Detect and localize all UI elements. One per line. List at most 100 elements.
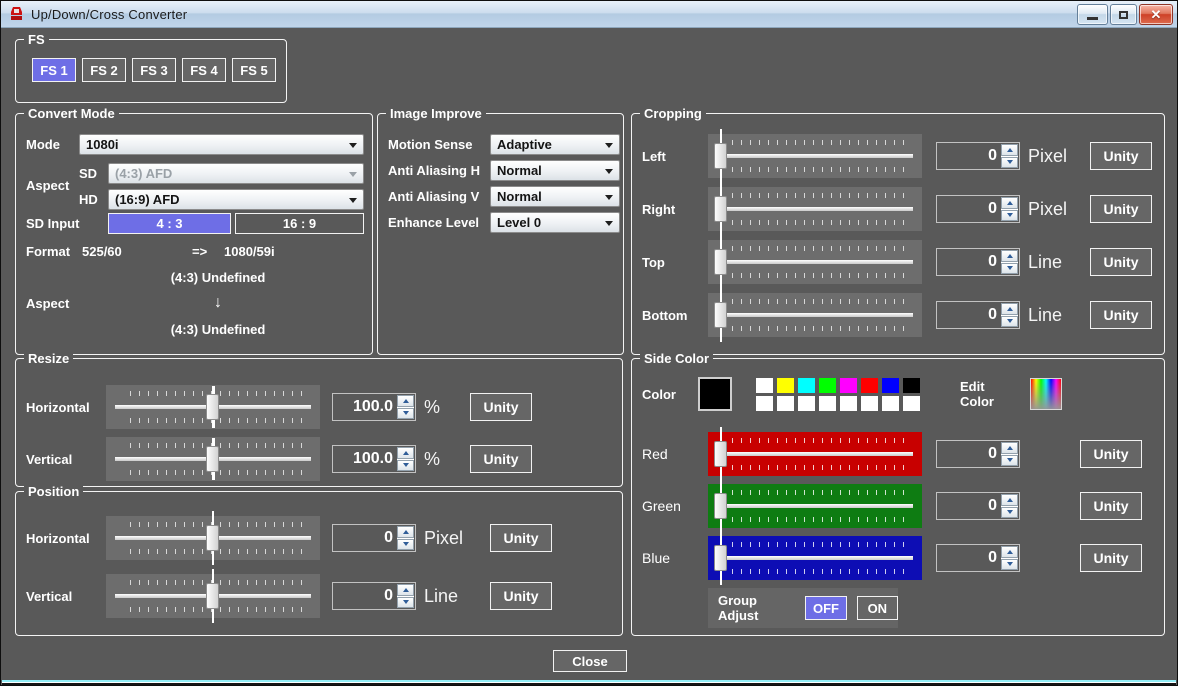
spin-down-button[interactable]: [1001, 455, 1018, 467]
cropping-top-slider[interactable]: [708, 240, 922, 284]
resize-horizontal-unity-button[interactable]: Unity: [470, 393, 532, 421]
fs5-button[interactable]: FS 5: [232, 58, 276, 82]
spin-down-button[interactable]: [1001, 507, 1018, 519]
palette-swatch[interactable]: [777, 396, 794, 411]
cropping-left-spinner[interactable]: [1001, 144, 1018, 168]
slider-thumb[interactable]: [714, 441, 727, 467]
spin-down-button[interactable]: [397, 539, 414, 551]
fs1-button[interactable]: FS 1: [32, 58, 76, 82]
blue-unity-button[interactable]: Unity: [1080, 544, 1142, 572]
blue-field[interactable]: 0: [936, 544, 1020, 572]
group-adjust-off-button[interactable]: OFF: [805, 596, 846, 620]
slider-thumb[interactable]: [206, 583, 219, 609]
position-horizontal-unity-button[interactable]: Unity: [490, 524, 552, 552]
cropping-bottom-unity-button[interactable]: Unity: [1090, 301, 1152, 329]
cropping-bottom-slider[interactable]: [708, 293, 922, 337]
resize-horizontal-field[interactable]: 100.0: [332, 393, 416, 421]
spin-down-button[interactable]: [1001, 157, 1018, 169]
slider-thumb[interactable]: [714, 196, 727, 222]
spin-down-button[interactable]: [1001, 210, 1018, 222]
blue-spinner[interactable]: [1001, 546, 1018, 570]
palette-swatch[interactable]: [819, 378, 836, 393]
palette-swatch[interactable]: [798, 396, 815, 411]
edit-color-picker[interactable]: [1030, 378, 1062, 410]
fs2-button[interactable]: FS 2: [82, 58, 126, 82]
cropping-top-spinner[interactable]: [1001, 250, 1018, 274]
slider-thumb[interactable]: [714, 545, 727, 571]
cropping-top-unity-button[interactable]: Unity: [1090, 248, 1152, 276]
sd-input-4-3-button[interactable]: 4 : 3: [108, 213, 231, 234]
position-horizontal-field[interactable]: 0: [332, 524, 416, 552]
resize-vertical-unity-button[interactable]: Unity: [470, 445, 532, 473]
palette-swatch[interactable]: [798, 378, 815, 393]
position-vertical-unity-button[interactable]: Unity: [490, 582, 552, 610]
close-button[interactable]: Close: [553, 650, 627, 672]
palette-swatch[interactable]: [756, 396, 773, 411]
group-adjust-on-button[interactable]: ON: [857, 596, 898, 620]
red-slider[interactable]: [708, 432, 922, 476]
red-unity-button[interactable]: Unity: [1080, 440, 1142, 468]
palette-swatch[interactable]: [861, 396, 878, 411]
slider-thumb[interactable]: [714, 143, 727, 169]
spin-up-button[interactable]: [1001, 250, 1018, 262]
fs4-button[interactable]: FS 4: [182, 58, 226, 82]
cropping-left-field[interactable]: 0: [936, 142, 1020, 170]
palette-swatch[interactable]: [840, 378, 857, 393]
resize-horizontal-spinner[interactable]: [397, 395, 414, 419]
palette-swatch[interactable]: [819, 396, 836, 411]
cropping-right-unity-button[interactable]: Unity: [1090, 195, 1152, 223]
close-window-button[interactable]: ✕: [1139, 4, 1173, 25]
blue-slider[interactable]: [708, 536, 922, 580]
green-spinner[interactable]: [1001, 494, 1018, 518]
palette-swatch[interactable]: [777, 378, 794, 393]
spin-up-button[interactable]: [1001, 546, 1018, 558]
fs3-button[interactable]: FS 3: [132, 58, 176, 82]
spin-down-button[interactable]: [1001, 316, 1018, 328]
aspect-hd-dropdown[interactable]: (16:9) AFD: [108, 189, 364, 210]
palette-swatch[interactable]: [861, 378, 878, 393]
palette-swatch[interactable]: [840, 396, 857, 411]
spin-down-button[interactable]: [397, 597, 414, 609]
spin-up-button[interactable]: [1001, 442, 1018, 454]
resize-vertical-field[interactable]: 100.0: [332, 445, 416, 473]
spin-down-button[interactable]: [1001, 263, 1018, 275]
cropping-left-slider[interactable]: [708, 134, 922, 178]
minimize-button[interactable]: [1077, 4, 1108, 25]
green-unity-button[interactable]: Unity: [1080, 492, 1142, 520]
spin-up-button[interactable]: [1001, 303, 1018, 315]
palette-swatch[interactable]: [882, 378, 899, 393]
spin-up-button[interactable]: [397, 447, 414, 459]
resize-vertical-slider[interactable]: [106, 437, 320, 481]
palette-swatch[interactable]: [903, 396, 920, 411]
resize-vertical-spinner[interactable]: [397, 447, 414, 471]
slider-thumb[interactable]: [714, 249, 727, 275]
mode-dropdown[interactable]: 1080i: [79, 134, 364, 155]
cropping-right-slider[interactable]: [708, 187, 922, 231]
cropping-bottom-field[interactable]: 0: [936, 301, 1020, 329]
position-vertical-spinner[interactable]: [397, 584, 414, 608]
position-horizontal-slider[interactable]: [106, 516, 320, 560]
green-slider[interactable]: [708, 484, 922, 528]
enhance-level-dropdown[interactable]: Level 0: [490, 212, 620, 233]
resize-horizontal-slider[interactable]: [106, 385, 320, 429]
cropping-left-unity-button[interactable]: Unity: [1090, 142, 1152, 170]
slider-thumb[interactable]: [714, 493, 727, 519]
anti-aliasing-h-dropdown[interactable]: Normal: [490, 160, 620, 181]
red-field[interactable]: 0: [936, 440, 1020, 468]
spin-up-button[interactable]: [1001, 197, 1018, 209]
spin-up-button[interactable]: [397, 395, 414, 407]
spin-up-button[interactable]: [397, 526, 414, 538]
palette-swatch[interactable]: [756, 378, 773, 393]
spin-down-button[interactable]: [397, 408, 414, 420]
spin-down-button[interactable]: [397, 460, 414, 472]
green-field[interactable]: 0: [936, 492, 1020, 520]
red-spinner[interactable]: [1001, 442, 1018, 466]
palette-swatch[interactable]: [882, 396, 899, 411]
slider-thumb[interactable]: [714, 302, 727, 328]
spin-up-button[interactable]: [397, 584, 414, 596]
spin-up-button[interactable]: [1001, 144, 1018, 156]
position-vertical-field[interactable]: 0: [332, 582, 416, 610]
palette-swatch[interactable]: [903, 378, 920, 393]
slider-thumb[interactable]: [206, 394, 219, 420]
slider-thumb[interactable]: [206, 525, 219, 551]
